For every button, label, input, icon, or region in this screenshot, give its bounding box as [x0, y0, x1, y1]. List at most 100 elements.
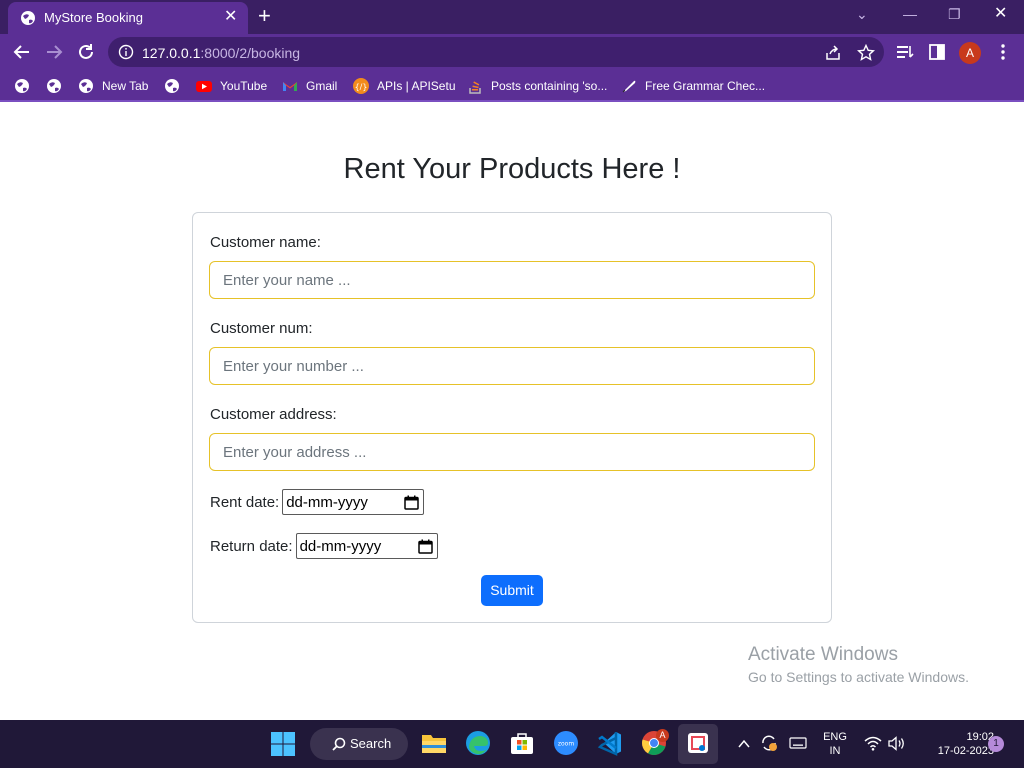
bookmark-stackoverflow[interactable]: Posts containing 'so...	[467, 76, 607, 96]
tab-title: MyStore Booking	[44, 10, 143, 25]
side-panel-icon[interactable]	[928, 43, 946, 61]
bookmark-item[interactable]	[14, 76, 38, 96]
url-path: :8000/2/booking	[200, 45, 301, 61]
bookmark-item[interactable]	[46, 76, 70, 96]
browser-tab[interactable]: MyStore Booking ✕	[8, 2, 248, 34]
search-label: Search	[350, 736, 392, 751]
show-hidden-icons-chevron-icon[interactable]	[737, 738, 751, 750]
share-icon[interactable]	[824, 44, 842, 62]
taskbar-search[interactable]: Search	[310, 728, 408, 760]
calendar-icon[interactable]	[404, 495, 419, 510]
url-text: 127.0.0.1:8000/2/booking	[142, 45, 300, 61]
address-bar[interactable]: 127.0.0.1:8000/2/booking	[108, 37, 884, 67]
bookmark-grammar[interactable]: Free Grammar Chec...	[621, 76, 765, 96]
bookmark-gmail[interactable]: Gmail	[282, 76, 337, 96]
globe-icon	[47, 79, 61, 93]
reading-list-icon[interactable]	[896, 43, 914, 61]
minimize-icon[interactable]: —	[903, 4, 917, 24]
close-window-icon[interactable]: ✕	[994, 4, 1007, 24]
bookmark-apisetu[interactable]: {/} APIs | APISetu	[353, 76, 456, 96]
bookmarks-bar: New Tab YouTube Gmail {/} APIs | APISetu…	[0, 70, 1024, 102]
clock[interactable]: 19:02 17-02-2023	[914, 730, 994, 758]
stackoverflow-icon	[469, 81, 481, 94]
url-host: 127.0.0.1	[142, 45, 201, 61]
restore-icon[interactable]: ❐	[948, 4, 961, 24]
windows-taskbar: Search zoom A ENG IN 19:02 17-02-2023	[0, 720, 1024, 768]
profile-avatar[interactable]: A	[959, 42, 981, 64]
quill-icon	[622, 80, 636, 93]
gmail-icon	[283, 82, 297, 91]
menu-kebab-icon[interactable]	[994, 43, 1012, 61]
customer-num-input[interactable]: Enter your number ...	[209, 347, 815, 385]
bookmark-label: YouTube	[220, 79, 268, 93]
rent-date-row: Rent date: dd-mm-yyyy	[210, 489, 425, 515]
bookmark-new-tab[interactable]: New Tab	[78, 76, 148, 96]
return-date-row: Return date: dd-mm-yyyy	[210, 533, 438, 559]
tab-close-icon[interactable]: ✕	[224, 7, 237, 27]
language-indicator[interactable]: ENG IN	[818, 730, 852, 758]
browser-tab-bar: MyStore Booking ✕ + ⌄ — ❐ ✕	[0, 0, 1024, 34]
bookmark-item[interactable]	[164, 76, 188, 96]
customer-address-input[interactable]: Enter your address ...	[209, 433, 815, 471]
bookmark-label: Posts containing 'so...	[491, 79, 608, 93]
bookmark-label: New Tab	[102, 79, 149, 93]
customer-num-label: Customer num:	[210, 320, 313, 337]
rent-date-value: dd-mm-yyyy	[286, 494, 368, 511]
svg-text:{/}: {/}	[355, 83, 368, 92]
browser-toolbar: 127.0.0.1:8000/2/booking A	[0, 34, 1024, 70]
return-date-input[interactable]: dd-mm-yyyy	[295, 533, 438, 559]
clock-date: 17-02-2023	[937, 745, 994, 757]
zoom-icon[interactable]: zoom	[553, 730, 579, 756]
customer-name-input[interactable]: Enter your name ...	[209, 261, 815, 299]
clock-time: 19:02	[966, 731, 994, 743]
edge-icon[interactable]	[465, 730, 491, 756]
calendar-icon[interactable]	[417, 539, 433, 554]
windows-start-icon[interactable]	[270, 731, 296, 757]
customer-name-placeholder: Enter your name ...	[223, 272, 351, 289]
keyboard-icon[interactable]	[789, 737, 807, 749]
globe-icon	[15, 79, 29, 93]
back-icon[interactable]	[12, 42, 32, 62]
rent-date-label: Rent date:	[210, 493, 280, 511]
apisetu-icon: {/}	[353, 78, 369, 94]
return-date-label: Return date:	[210, 537, 293, 555]
reload-icon[interactable]	[76, 42, 96, 62]
volume-icon[interactable]	[888, 736, 906, 751]
customer-num-placeholder: Enter your number ...	[223, 358, 364, 375]
site-info-icon[interactable]	[118, 44, 134, 60]
svg-text:zoom: zoom	[558, 741, 574, 748]
sync-icon[interactable]	[760, 734, 778, 752]
new-tab-icon[interactable]: +	[258, 4, 271, 28]
booking-form: Customer name: Enter your name ... Custo…	[192, 212, 832, 623]
bookmark-label: APIs | APISetu	[377, 79, 456, 93]
tab-search-icon[interactable]: ⌄	[856, 4, 868, 24]
language-line1: ENG	[823, 731, 847, 743]
customer-address-placeholder: Enter your address ...	[223, 444, 367, 461]
snipping-tool-icon[interactable]	[685, 730, 711, 756]
forward-icon[interactable]	[44, 42, 64, 62]
return-date-value: dd-mm-yyyy	[299, 538, 382, 555]
globe-icon	[79, 79, 93, 93]
rent-date-input[interactable]: dd-mm-yyyy	[282, 489, 425, 515]
bookmark-label: Free Grammar Chec...	[645, 79, 766, 93]
bookmark-label: Gmail	[306, 79, 338, 93]
watermark-line2: Go to Settings to activate Windows.	[748, 669, 969, 685]
wifi-icon[interactable]	[864, 736, 882, 751]
globe-icon	[165, 79, 179, 93]
page-title: Rent Your Products Here !	[343, 153, 681, 185]
customer-address-label: Customer address:	[210, 406, 337, 423]
file-explorer-icon[interactable]	[421, 730, 447, 756]
youtube-icon	[196, 81, 212, 92]
activate-windows-watermark: Activate Windows Go to Settings to activ…	[748, 644, 969, 685]
search-icon	[332, 737, 346, 751]
submit-button[interactable]: Submit	[481, 575, 543, 606]
bookmark-star-icon[interactable]	[857, 44, 875, 62]
bookmark-youtube[interactable]: YouTube	[196, 76, 267, 96]
watermark-line1: Activate Windows	[748, 644, 898, 665]
vscode-icon[interactable]	[597, 730, 623, 756]
notification-badge[interactable]: 1	[988, 736, 1004, 752]
microsoft-store-icon[interactable]	[509, 730, 535, 756]
language-line2: IN	[829, 745, 841, 757]
globe-icon	[21, 11, 35, 25]
chrome-profile-badge: A	[656, 729, 669, 742]
